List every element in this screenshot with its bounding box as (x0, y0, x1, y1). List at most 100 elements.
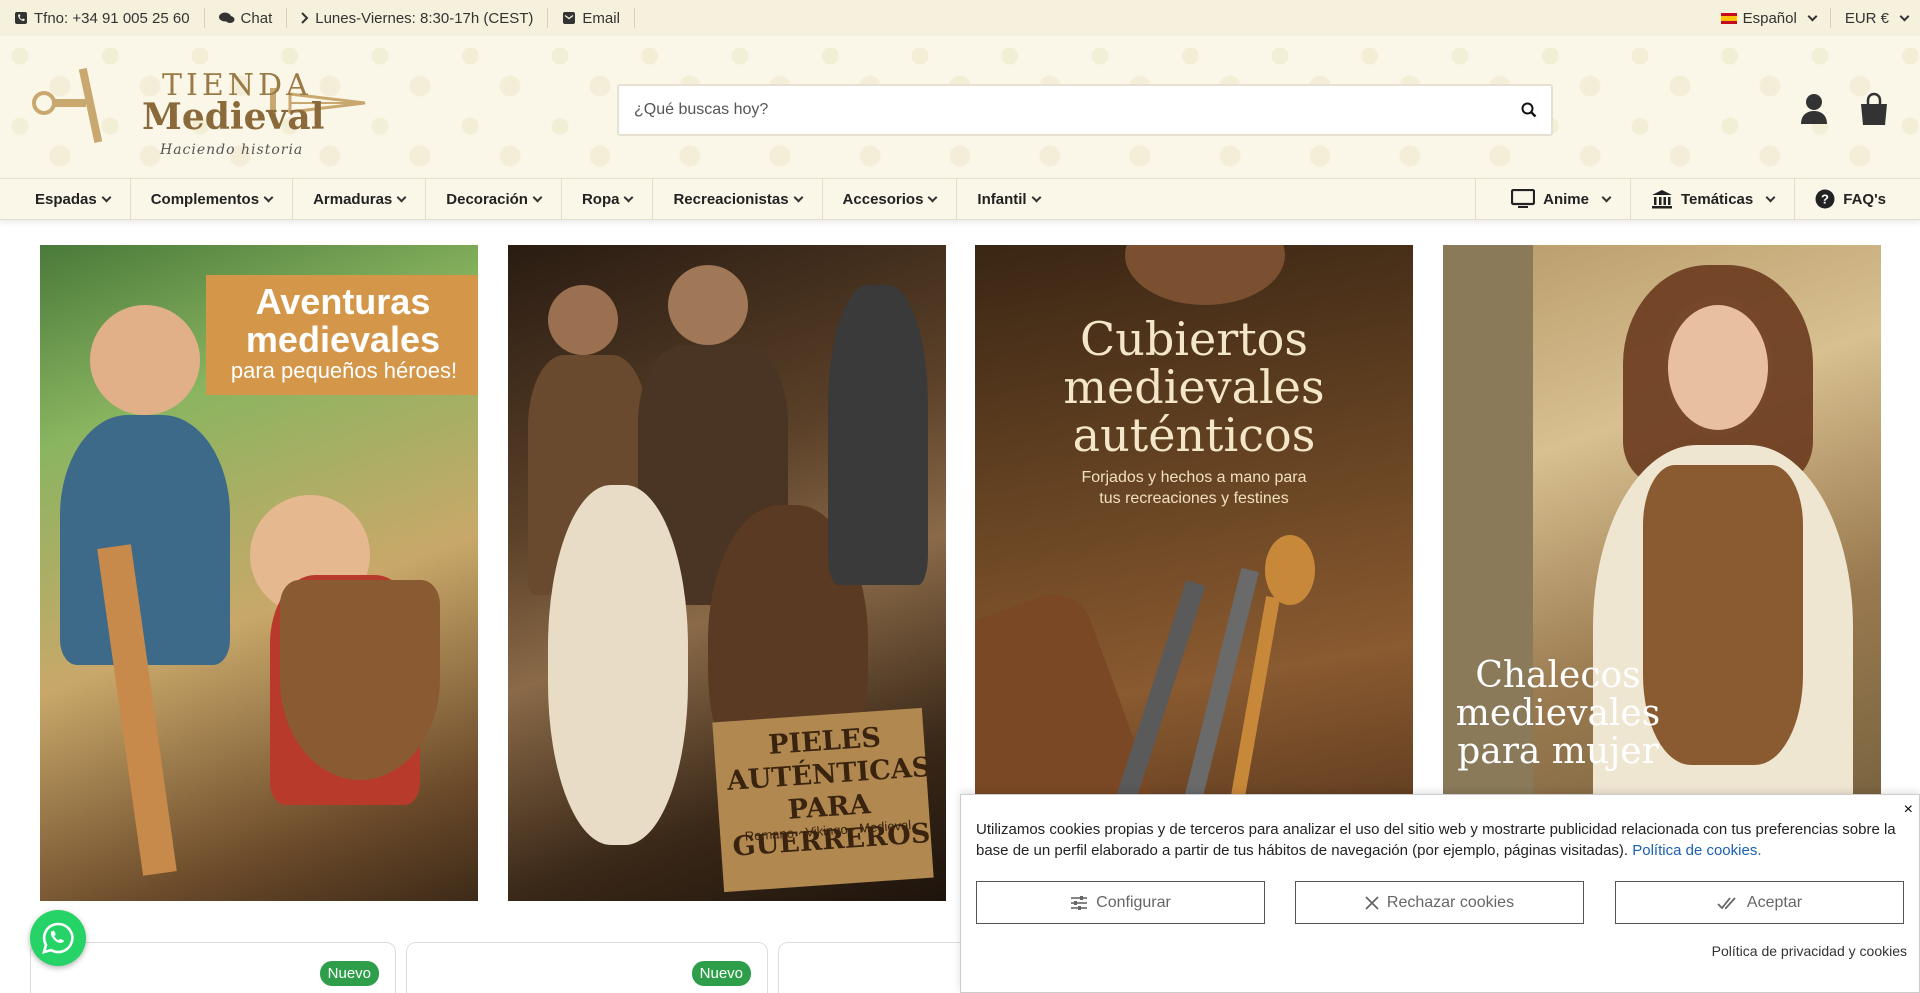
double-check-icon (1717, 896, 1736, 909)
nav-label: Armaduras (313, 190, 393, 208)
bowl-prop (1125, 245, 1285, 305)
woman-face (1668, 305, 1768, 430)
user-icon (1801, 94, 1827, 124)
email-link[interactable]: Email (548, 8, 635, 28)
chevron-down-icon (927, 192, 938, 202)
warrior-figure (668, 265, 748, 345)
spain-flag-icon (1720, 12, 1737, 24)
nav-label: Recreacionistas (673, 190, 789, 208)
warrior-figure (548, 285, 618, 355)
nav-label: FAQ's (1843, 190, 1886, 208)
shield-prop (280, 580, 440, 780)
nav-item-espadas[interactable]: Espadas (0, 178, 131, 220)
chevron-down-icon (263, 192, 274, 202)
top-bar: Tfno: +34 91 005 25 60 Chat Lunes-Vierne… (0, 0, 1920, 36)
x-icon (1365, 895, 1379, 910)
chevron-down-icon (1807, 11, 1818, 21)
cookie-message: Utilizamos cookies propias y de terceros… (976, 819, 1906, 861)
nav-item-anime[interactable]: Anime (1476, 178, 1631, 220)
logo-tagline: Haciendo historia (160, 142, 304, 158)
banner-subtitle: para pequeños héroes! (230, 358, 458, 383)
email-icon (563, 12, 576, 24)
cart-button[interactable] (1856, 91, 1892, 127)
spoon-prop (1265, 535, 1315, 605)
new-badge: Nuevo (691, 961, 751, 986)
banner-title: Chalecos medievales para mujer (1455, 655, 1661, 772)
search-icon (1521, 102, 1537, 118)
main-nav: Espadas Complementos Armaduras Decoració… (0, 178, 1920, 220)
privacy-policy-link[interactable]: Política de privacidad y cookies (1712, 943, 1907, 959)
nav-item-tematicas[interactable]: Temáticas (1631, 178, 1796, 220)
nav-item-decoracion[interactable]: Decoración (426, 178, 562, 220)
banner-infantil[interactable]: Aventuras medievales para pequeños héroe… (40, 245, 478, 901)
cookie-policy-link[interactable]: Política de cookies. (1632, 842, 1761, 859)
nav-item-faqs[interactable]: ? FAQ's (1795, 178, 1920, 220)
configure-label: Configurar (1096, 893, 1171, 911)
configure-button[interactable]: Configurar (976, 881, 1265, 924)
banner-title: Aventuras medievales (245, 281, 441, 360)
whatsapp-button[interactable] (30, 910, 86, 966)
product-card[interactable] (778, 942, 978, 993)
reject-label: Rechazar cookies (1386, 893, 1515, 911)
nav-item-accesorios[interactable]: Accesorios (823, 178, 958, 220)
nav-label: Ropa (581, 190, 620, 208)
chevron-down-icon (1765, 192, 1776, 202)
chat-text: Chat (240, 9, 273, 27)
svg-text:?: ? (1821, 192, 1829, 207)
bag-icon (1861, 92, 1887, 125)
chat-icon (218, 12, 235, 23)
accept-cookies-button[interactable]: Aceptar (1615, 881, 1904, 924)
reject-cookies-button[interactable]: Rechazar cookies (1295, 881, 1584, 924)
nav-right: Anime Temáticas ? FAQ's (1475, 178, 1920, 220)
armor-figure (828, 285, 928, 585)
product-card[interactable]: Nuevo (406, 942, 768, 993)
nav-item-armaduras[interactable]: Armaduras (293, 178, 427, 220)
vest-prop (1643, 465, 1803, 765)
nav-label: Decoración (446, 190, 528, 208)
banner-pieles[interactable]: PIELES AUTÉNTICAS PARA GUERREROS Romano … (508, 245, 946, 901)
close-icon[interactable]: × (1904, 801, 1913, 819)
search-input[interactable] (619, 86, 1507, 134)
chevron-right-icon (301, 12, 309, 24)
phone-link[interactable]: Tfno: +34 91 005 25 60 (0, 8, 205, 28)
email-text: Email (582, 9, 620, 27)
chat-link[interactable]: Chat (205, 8, 288, 28)
nav-item-infantil[interactable]: Infantil (957, 178, 1059, 220)
currency-selector[interactable]: EUR € (1831, 8, 1920, 28)
hours-text: Lunes-Viernes: 8:30-17h (CEST) (315, 9, 534, 27)
account-button[interactable] (1796, 91, 1832, 127)
product-card[interactable]: Nuevo (30, 942, 396, 993)
site-header: TIENDA Medieval Haciendo historia (0, 36, 1920, 178)
phone-icon (15, 12, 27, 24)
search-button[interactable] (1507, 86, 1551, 134)
sliders-icon (1071, 895, 1088, 910)
nav-label: Complementos (150, 190, 260, 208)
language-selector[interactable]: Español (1707, 8, 1831, 28)
chevron-down-icon (1899, 11, 1910, 21)
topbar-right: Español EUR € (1707, 8, 1920, 28)
banner-subtitle: Forjados y hechos a mano para tus recrea… (1081, 469, 1307, 507)
nav-label: Infantil (977, 190, 1027, 208)
whatsapp-icon (42, 922, 74, 954)
nav-label: Anime (1543, 190, 1589, 208)
nav-item-ropa[interactable]: Ropa (562, 178, 654, 220)
site-logo[interactable]: TIENDA Medieval Haciendo historia (30, 58, 375, 163)
nav-item-recreacionistas[interactable]: Recreacionistas (653, 178, 823, 220)
chevron-down-icon (101, 192, 112, 202)
chevron-down-icon (624, 192, 634, 202)
nav-label: Temáticas (1680, 190, 1754, 208)
chevron-down-icon (532, 192, 543, 202)
child-body (60, 415, 230, 665)
search-bar (617, 84, 1553, 136)
nav-label: Accesorios (842, 190, 924, 208)
new-badge: Nuevo (319, 961, 379, 986)
nav-item-complementos[interactable]: Complementos (131, 178, 294, 220)
nav-label: Espadas (35, 190, 97, 208)
currency-text: EUR € (1844, 9, 1889, 27)
hours-info: Lunes-Viernes: 8:30-17h (CEST) (287, 8, 549, 28)
phone-text: Tfno: +34 91 005 25 60 (34, 9, 190, 27)
chevron-down-icon (1601, 192, 1612, 202)
cookie-banner: × Utilizamos cookies propias y de tercer… (960, 794, 1920, 993)
chevron-down-icon (1031, 192, 1042, 202)
logo-line2: Medieval (142, 96, 325, 138)
